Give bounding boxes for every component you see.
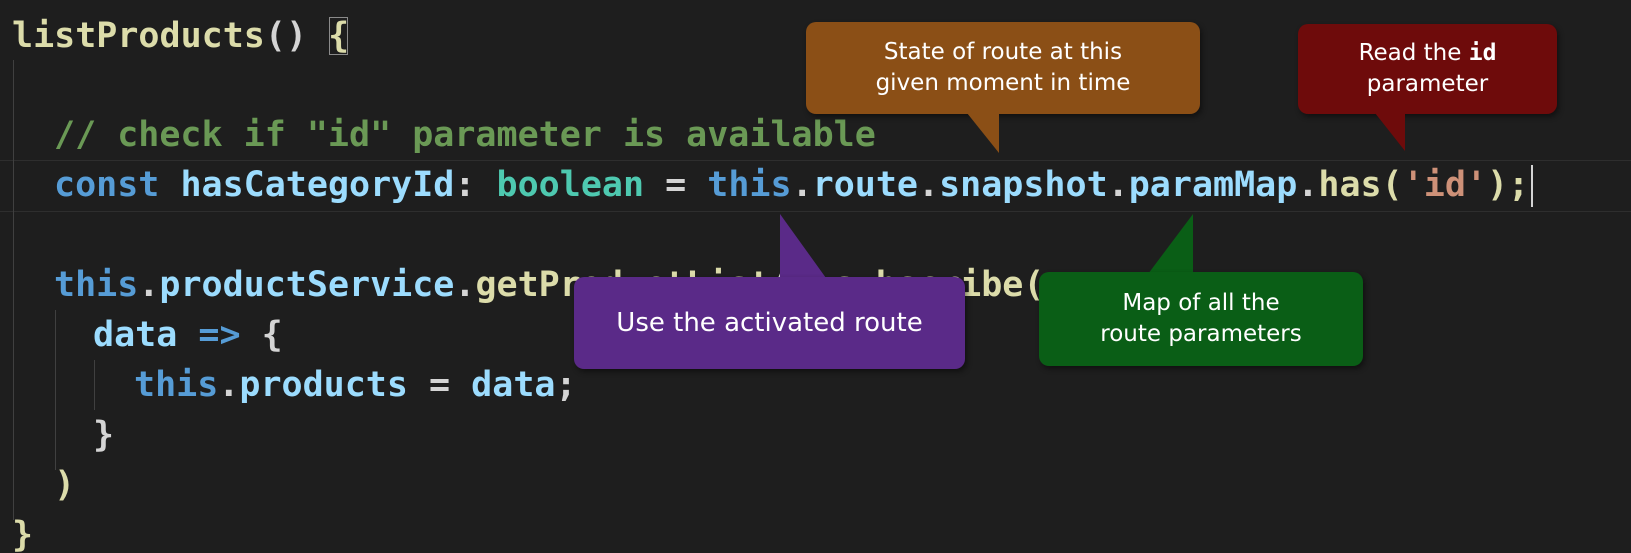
callout-state-pointer [967, 113, 999, 153]
open-paren: ( [1381, 165, 1403, 205]
products-property: products [239, 365, 408, 405]
comment-text: // check if "id" parameter is available [54, 115, 876, 155]
type-boolean: boolean [496, 165, 645, 205]
dot: . [218, 365, 240, 405]
var-hasCategoryId: hasCategoryId [180, 165, 455, 205]
callout-read-prefix: Read the [1358, 40, 1469, 66]
snapshot-property: snapshot [939, 165, 1108, 205]
assign-operator: = [407, 365, 472, 405]
code-line-1: listProducts() { [12, 10, 349, 62]
paramMap-property: paramMap [1128, 165, 1298, 205]
callout-activated-text: Use the activated route [616, 307, 923, 338]
close-paren-semicolon: ); [1486, 165, 1530, 205]
callout-map-pointer [1148, 214, 1193, 274]
callout-map-text: Map of all the route parameters [1100, 290, 1302, 347]
callout-state-of-route: State of route at this given moment in t… [806, 22, 1200, 114]
code-line-subscribe-close: ) [54, 459, 75, 511]
callout-read-id: Read the id parameter [1298, 24, 1557, 114]
kw-const: const [54, 165, 160, 205]
callout-activated-pointer [780, 214, 826, 278]
equals: = [644, 165, 708, 205]
code-line-comment: // check if "id" parameter is available [54, 109, 876, 161]
this-keyword: this [54, 265, 139, 305]
callout-read-suffix: parameter [1366, 71, 1489, 97]
semicolon: ; [555, 365, 577, 405]
dot: . [791, 165, 813, 205]
productService-property: productService [159, 265, 455, 305]
callout-read-text: Read the id parameter [1298, 24, 1557, 114]
dot: . [1107, 165, 1129, 205]
code-line-arrow: data => { [93, 309, 283, 361]
subscribe-close-paren: ) [54, 465, 76, 505]
has-method: has [1318, 165, 1382, 205]
method-name: listProducts [12, 16, 265, 56]
route-property: route [812, 165, 918, 205]
dot: . [1297, 165, 1319, 205]
code-line-assign: this.products = data; [134, 359, 577, 411]
text-cursor [1531, 165, 1534, 207]
arrow-open-brace: { [261, 315, 283, 355]
colon: : [454, 165, 497, 205]
this-keyword: this [707, 165, 792, 205]
method-close-brace: } [12, 515, 34, 553]
method-open-brace: { [328, 16, 350, 56]
code-line-const: const hasCategoryId: boolean = this.rout… [54, 159, 1534, 211]
callout-activated-route: Use the activated route [574, 277, 965, 369]
data-value: data [471, 365, 556, 405]
this-keyword: this [134, 365, 219, 405]
arrow-operator: => [177, 315, 262, 355]
dot: . [454, 265, 476, 305]
callout-state-text: State of route at this given moment in t… [875, 39, 1131, 96]
dot: . [918, 165, 940, 205]
callout-map-params: Map of all the route parameters [1039, 272, 1363, 366]
arrow-close-brace: } [93, 415, 115, 455]
code-line-close: } [12, 509, 33, 553]
dot: . [138, 265, 160, 305]
callout-read-code: id [1468, 40, 1497, 66]
code-line-arrow-close: } [93, 409, 114, 461]
method-parens: () [264, 16, 329, 56]
string-id: 'id' [1402, 165, 1487, 205]
callout-read-pointer [1375, 113, 1405, 151]
data-param: data [93, 315, 178, 355]
